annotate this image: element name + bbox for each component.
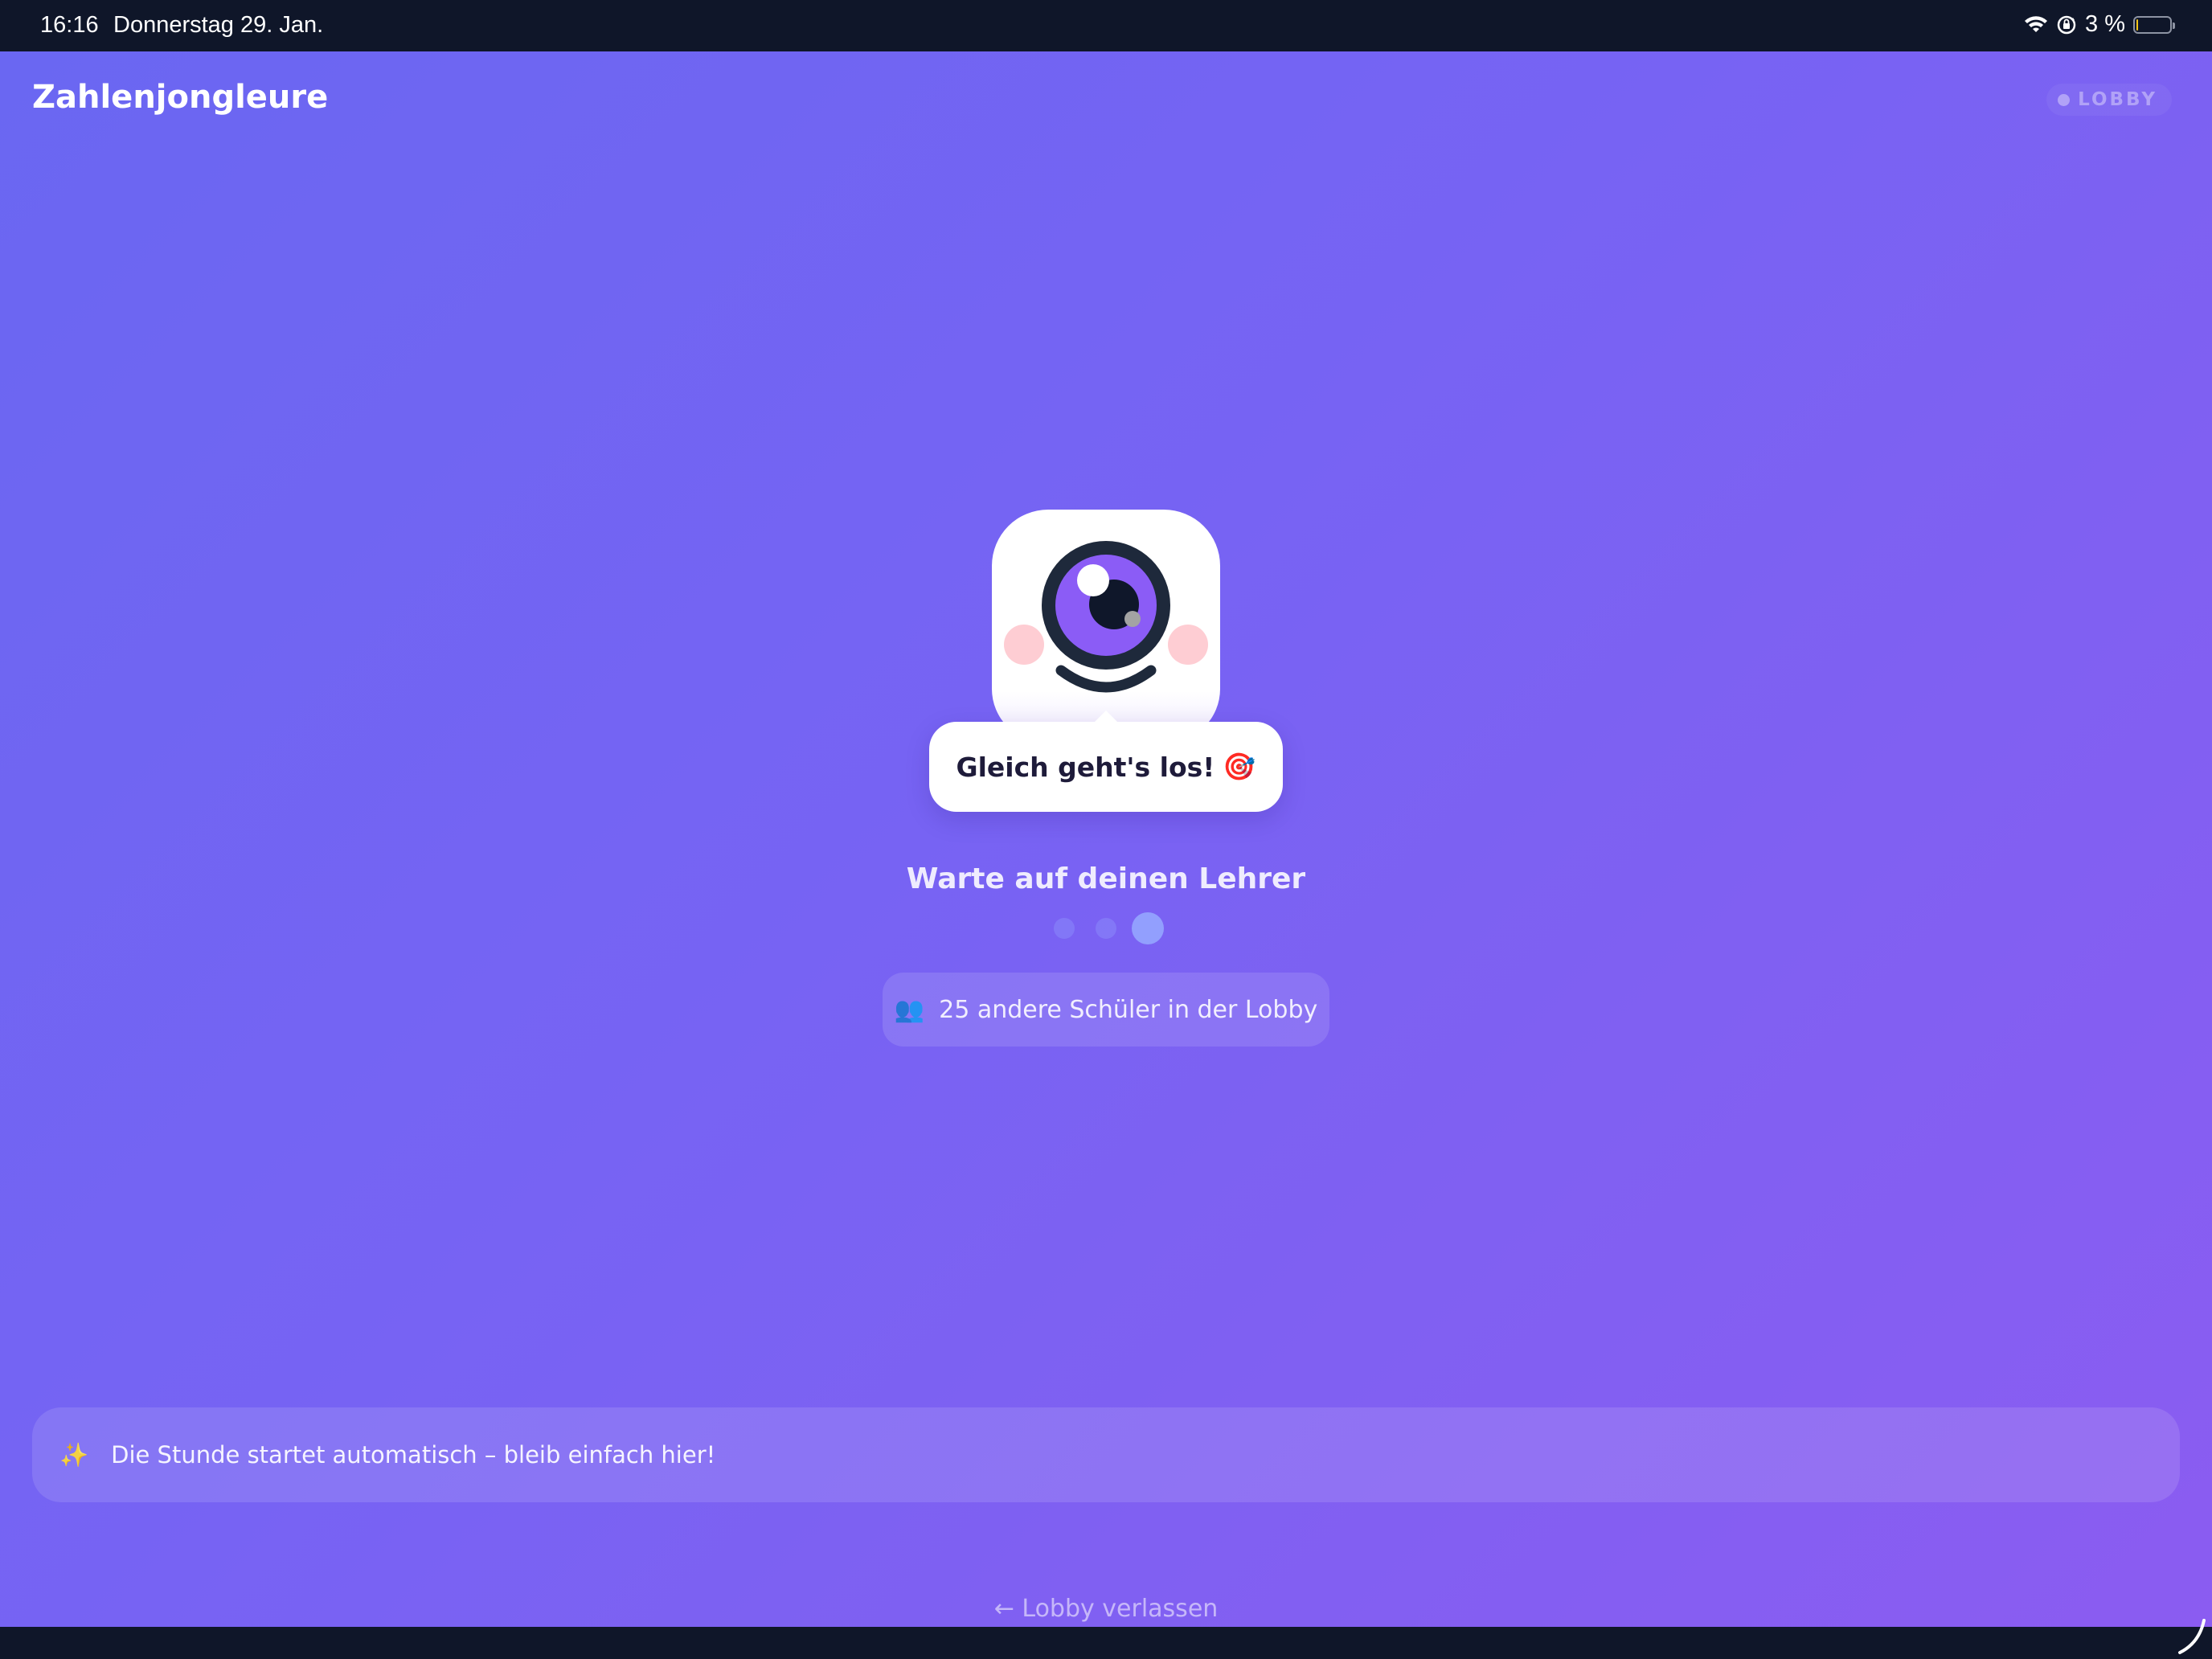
loading-dot bbox=[1096, 918, 1116, 939]
lobby-status-badge: LOBBY bbox=[2046, 84, 2172, 116]
loading-dots bbox=[1050, 912, 1165, 944]
status-date: Donnerstag 29. Jan. bbox=[113, 12, 324, 38]
status-bar: 16:16 Donnerstag 29. Jan. 3 % bbox=[0, 0, 2212, 51]
battery-percent: 3 % bbox=[2085, 11, 2125, 37]
lobby-badge-label: LOBBY bbox=[2078, 89, 2157, 110]
status-time: 16:16 bbox=[40, 12, 99, 38]
bottom-bar bbox=[0, 1627, 2212, 1659]
lobby-count-text: 25 andere Schüler in der Lobby bbox=[939, 995, 1318, 1024]
target-icon: 🎯 bbox=[1223, 751, 1256, 782]
speech-bubble-text: Gleich geht's los! bbox=[956, 751, 1215, 783]
lobby-count-pill: 👥 25 andere Schüler in der Lobby bbox=[883, 973, 1329, 1047]
waiting-text: Warte auf deinen Lehrer bbox=[906, 862, 1306, 895]
lobby-screen: Zahlenjongleure LOBBY Gleich geht's los!… bbox=[0, 51, 2212, 1627]
speech-bubble: Gleich geht's los! 🎯 bbox=[929, 711, 1283, 812]
status-right-group: 3 % bbox=[2024, 11, 2175, 38]
auto-start-hint: ✨ Die Stunde startet automatisch – bleib… bbox=[32, 1407, 2180, 1502]
home-indicator-icon bbox=[2178, 1619, 2206, 1654]
status-dot-icon bbox=[2058, 93, 2071, 106]
eye-mascot-icon bbox=[992, 510, 1220, 743]
leave-lobby-button[interactable]: ← Lobby verlassen bbox=[0, 1595, 2212, 1623]
app-title: Zahlenjongleure bbox=[32, 79, 329, 116]
hint-text: Die Stunde startet automatisch – bleib e… bbox=[111, 1441, 716, 1469]
people-icon: 👥 bbox=[894, 995, 925, 1024]
wifi-icon bbox=[2025, 15, 2048, 32]
loading-dot bbox=[1054, 918, 1075, 939]
battery-level-fill bbox=[2136, 18, 2138, 31]
sparkles-icon: ✨ bbox=[59, 1440, 89, 1469]
battery-icon bbox=[2133, 15, 2175, 34]
orientation-lock-icon bbox=[2057, 15, 2076, 34]
loading-dot bbox=[1132, 912, 1164, 944]
